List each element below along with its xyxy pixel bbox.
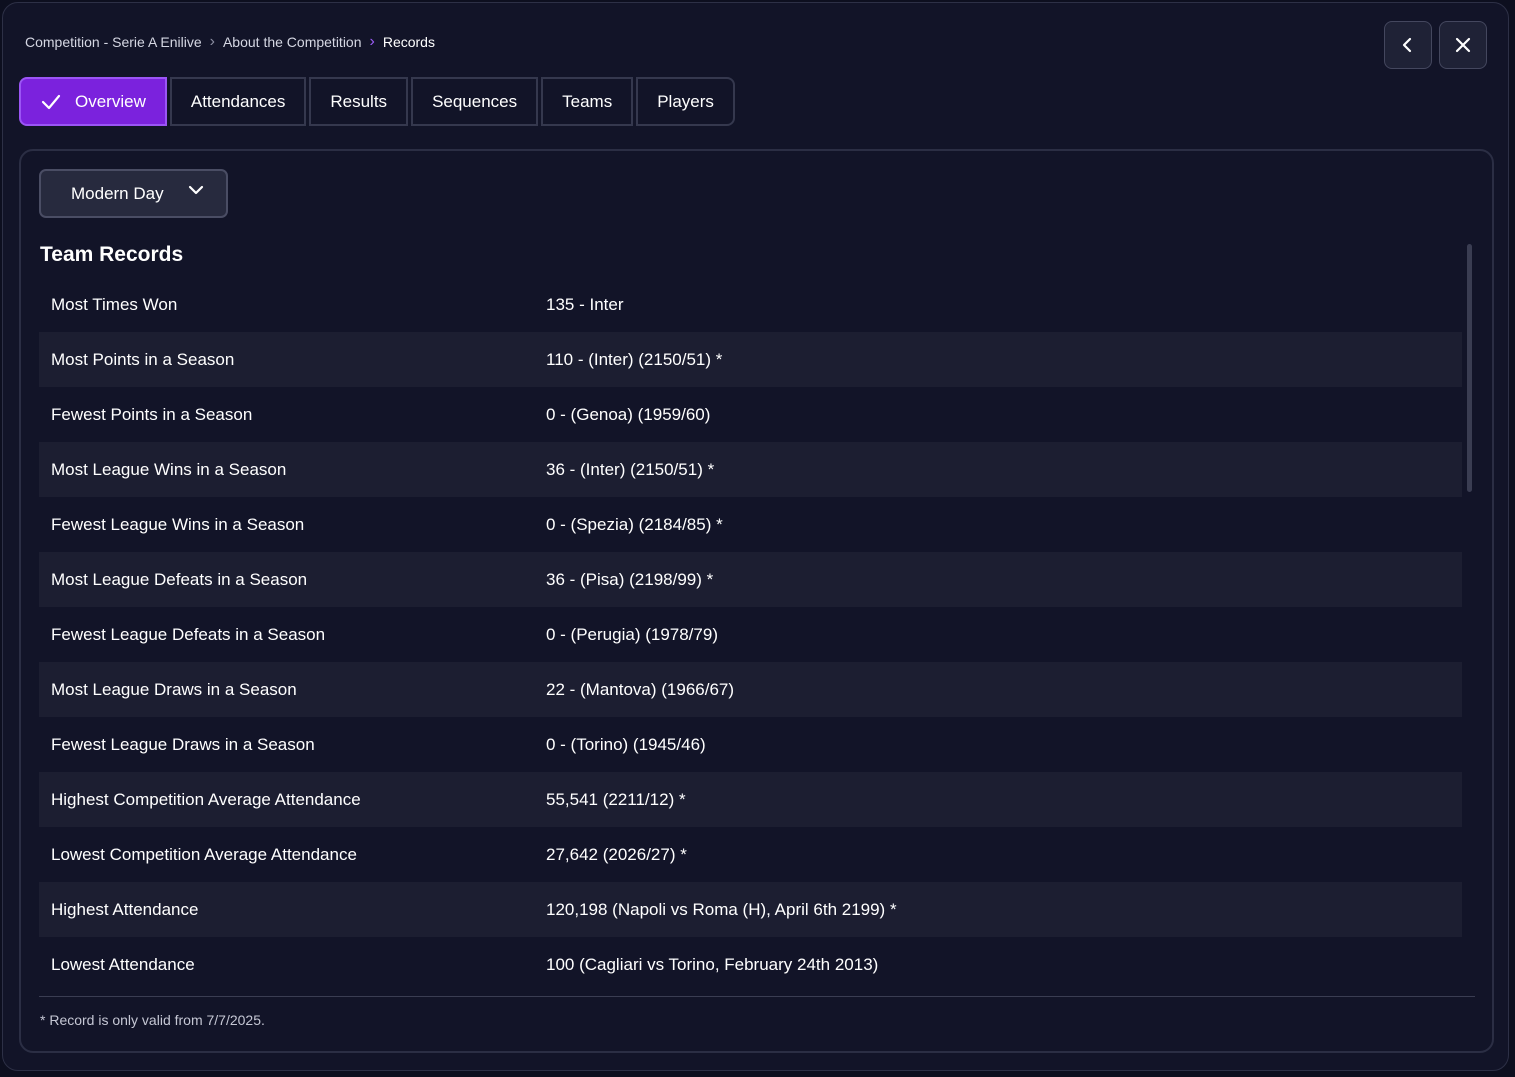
records-table: Most Times Won 135 - Inter Most Points in… bbox=[39, 277, 1462, 992]
breadcrumb-competition[interactable]: Competition - Serie A Enilive bbox=[25, 34, 202, 50]
table-row: Most League Defeats in a Season 36 - (Pis… bbox=[39, 552, 1462, 607]
record-value: 27,642 (2026/27) * bbox=[546, 844, 687, 864]
footnote: * Record is only valid from 7/7/2025. bbox=[40, 1012, 265, 1028]
record-value: 36 - (Inter) (2150/51) * bbox=[546, 459, 715, 479]
record-label: Lowest Attendance bbox=[51, 954, 195, 974]
tab-results[interactable]: Results bbox=[309, 77, 409, 126]
table-row: Highest Competition Average Attendance 55… bbox=[39, 772, 1462, 827]
tab-bar: Overview Attendances Results Sequences T… bbox=[19, 77, 735, 126]
tab-sequences[interactable]: Sequences bbox=[411, 77, 539, 126]
tab-label: Teams bbox=[562, 91, 613, 111]
record-label: Most Points in a Season bbox=[51, 349, 235, 369]
close-button[interactable] bbox=[1439, 21, 1487, 69]
record-value: 100 (Cagliari vs Torino, February 24th 2… bbox=[546, 954, 879, 974]
breadcrumb-about[interactable]: About the Competition bbox=[223, 34, 362, 50]
tab-overview[interactable]: Overview bbox=[19, 77, 167, 126]
record-label: Most League Wins in a Season bbox=[51, 459, 287, 479]
table-row: Most League Wins in a Season 36 - (Inter)… bbox=[39, 442, 1462, 497]
chevron-down-icon bbox=[188, 185, 204, 195]
record-value: 120,198 (Napoli vs Roma (H), April 6th 2… bbox=[546, 899, 897, 919]
tab-players[interactable]: Players bbox=[636, 77, 735, 126]
record-value: 22 - (Mantova) (1966/67) bbox=[546, 679, 735, 699]
table-row: Fewest Points in a Season 0 - (Genoa) (19… bbox=[39, 387, 1462, 442]
tab-attendances[interactable]: Attendances bbox=[169, 77, 307, 126]
table-row: Most Times Won 135 - Inter bbox=[39, 277, 1462, 332]
tab-label: Sequences bbox=[432, 91, 518, 111]
era-dropdown[interactable]: Modern Day bbox=[39, 169, 228, 218]
divider bbox=[39, 996, 1475, 997]
record-value: 0 - (Torino) (1945/46) bbox=[546, 734, 706, 754]
table-row: Most League Draws in a Season 22 - (Manto… bbox=[39, 662, 1462, 717]
records-window: Competition - Serie A Enilive › About th… bbox=[2, 2, 1509, 1071]
record-label: Most League Draws in a Season bbox=[51, 679, 297, 699]
tab-label: Results bbox=[330, 91, 388, 111]
table-row: Fewest League Wins in a Season 0 - (Spezi… bbox=[39, 497, 1462, 552]
breadcrumb-current: Records bbox=[382, 34, 435, 50]
record-label: Most Times Won bbox=[51, 294, 178, 314]
record-value: 0 - (Perugia) (1978/79) bbox=[546, 624, 718, 644]
record-label: Fewest League Defeats in a Season bbox=[51, 624, 326, 644]
table-row: Fewest League Defeats in a Season 0 - (Pe… bbox=[39, 607, 1462, 662]
record-label: Lowest Competition Average Attendance bbox=[51, 844, 357, 864]
breadcrumb: Competition - Serie A Enilive › About th… bbox=[25, 33, 435, 51]
chevron-left-icon bbox=[1402, 37, 1412, 53]
record-value: 135 - Inter bbox=[546, 294, 624, 314]
tab-label: Attendances bbox=[190, 91, 286, 111]
tab-teams[interactable]: Teams bbox=[541, 77, 634, 126]
record-value: 36 - (Pisa) (2198/99) * bbox=[546, 569, 714, 589]
section-title: Team Records bbox=[40, 243, 184, 266]
table-row: Fewest League Draws in a Season 0 - (Tori… bbox=[39, 717, 1462, 772]
dropdown-value: Modern Day bbox=[71, 183, 164, 203]
breadcrumb-separator-icon: › bbox=[209, 33, 215, 50]
record-value: 0 - (Genoa) (1959/60) bbox=[546, 404, 711, 424]
close-icon bbox=[1455, 37, 1471, 53]
tab-label: Overview bbox=[75, 91, 146, 111]
table-row: Highest Attendance 120,198 (Napoli vs Rom… bbox=[39, 882, 1462, 937]
record-label: Fewest League Wins in a Season bbox=[51, 514, 305, 534]
record-label: Highest Attendance bbox=[51, 899, 199, 919]
tab-label: Players bbox=[657, 91, 714, 111]
records-panel: Modern Day Team Records Most Times Won 13… bbox=[19, 149, 1494, 1053]
record-label: Most League Defeats in a Season bbox=[51, 569, 308, 589]
record-value: 110 - (Inter) (2150/51) * bbox=[546, 349, 723, 369]
record-label: Highest Competition Average Attendance bbox=[51, 789, 361, 809]
table-row: Lowest Attendance 100 (Cagliari vs Torino… bbox=[39, 937, 1462, 992]
record-label: Fewest League Draws in a Season bbox=[51, 734, 315, 754]
record-label: Fewest Points in a Season bbox=[51, 404, 253, 424]
scrollbar[interactable] bbox=[1467, 244, 1472, 492]
record-value: 0 - (Spezia) (2184/85) * bbox=[546, 514, 723, 534]
table-row: Lowest Competition Average Attendance 27,… bbox=[39, 827, 1462, 882]
check-icon bbox=[41, 94, 61, 110]
table-row: Most Points in a Season 110 - (Inter) (21… bbox=[39, 332, 1462, 387]
back-button[interactable] bbox=[1384, 21, 1432, 69]
record-value: 55,541 (2211/12) * bbox=[546, 789, 686, 809]
breadcrumb-separator-icon: › bbox=[369, 33, 375, 50]
